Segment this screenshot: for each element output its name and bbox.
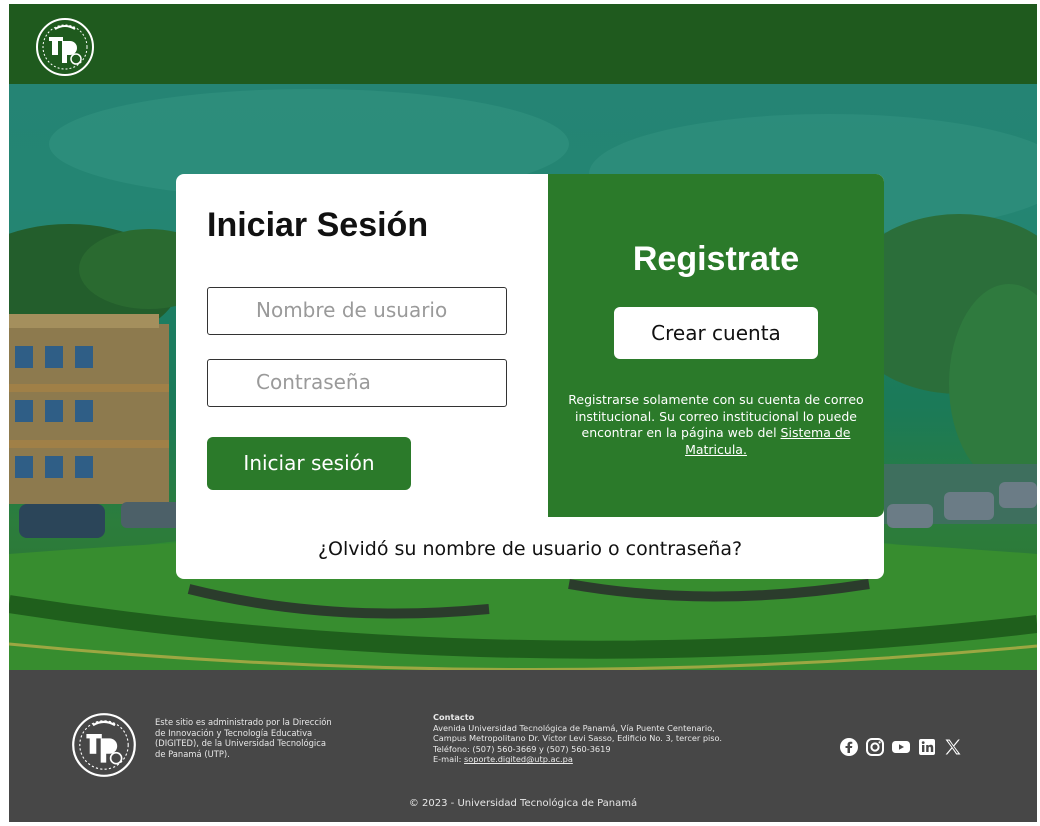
password-input[interactable]: Contraseña [207,359,507,407]
youtube-icon[interactable] [891,737,911,757]
create-account-button[interactable]: Crear cuenta [614,307,818,359]
forgot-credentials-link[interactable]: ¿Olvidó su nombre de usuario o contraseñ… [176,538,884,560]
top-header [9,4,1037,84]
contact-address: Avenida Universidad Tecnológica de Panam… [433,722,723,744]
social-links [839,737,963,757]
footer-description: Este sitio es administrado por la Direcc… [155,717,332,759]
username-input[interactable]: Nombre de usuario [207,287,507,335]
facebook-icon[interactable] [839,737,859,757]
footer-contact: Contacto Avenida Universidad Tecnológica… [433,712,723,765]
utp-logo-icon[interactable] [35,17,95,77]
contact-email-row: E-mail: soporte.digited@utp.ac.pa [433,754,723,765]
contact-phone: Teléfono: (507) 560-3669 y (507) 560-361… [433,743,611,754]
login-card: Iniciar Sesión Nombre de usuario Contras… [176,174,884,579]
login-button[interactable]: Iniciar sesión [207,437,411,490]
copyright-text: © 2023 - Universidad Tecnológica de Pana… [408,798,638,809]
contact-email-prefix: E-mail: [433,754,465,765]
register-panel: Registrate Crear cuenta Registrarse sola… [548,174,884,517]
contact-email-link[interactable]: soporte.digited@utp.ac.pa [464,754,573,764]
register-info-text: Registrarse solamente con su cuenta de c… [560,392,872,458]
x-icon[interactable] [943,737,963,757]
instagram-icon[interactable] [865,737,885,757]
register-title: Registrate [632,240,800,278]
contact-title: Contacto [433,712,475,722]
page: Iniciar Sesión Nombre de usuario Contras… [9,4,1037,822]
login-title: Iniciar Sesión [207,206,429,244]
linkedin-icon[interactable] [917,737,937,757]
footer: Este sitio es administrado por la Direcc… [9,670,1037,822]
utp-footer-logo-icon [72,713,136,777]
